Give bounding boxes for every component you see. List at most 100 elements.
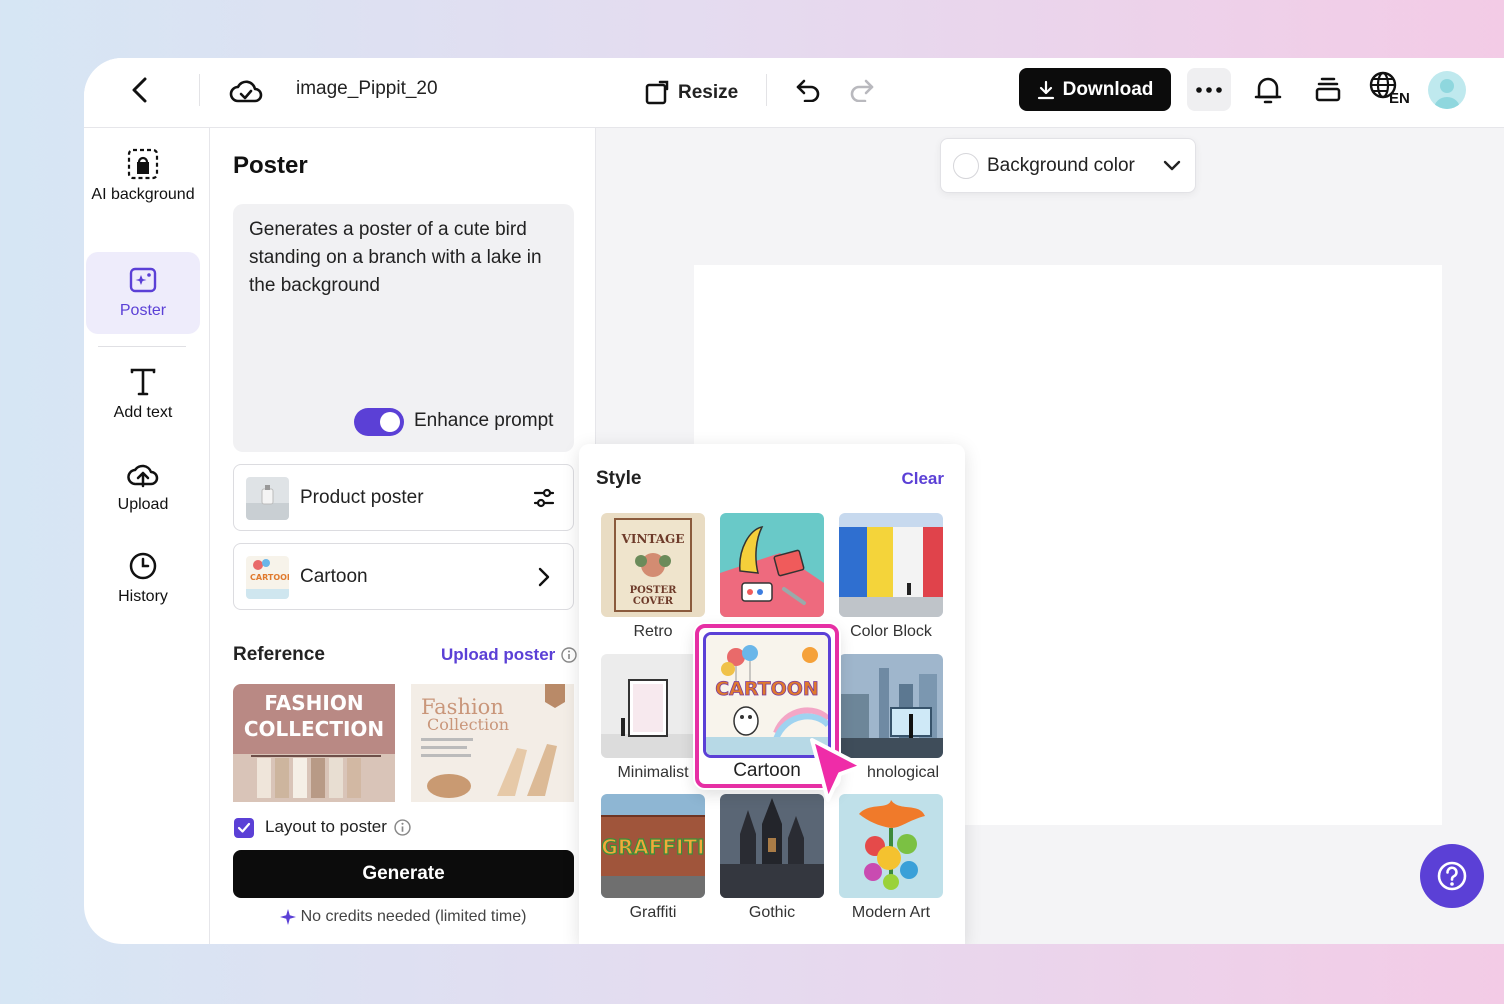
sparkle-icon [279, 909, 296, 925]
rail-item-label: Upload [117, 496, 169, 513]
text-icon [130, 368, 156, 396]
product-poster-label: Product poster [300, 487, 424, 508]
enhance-prompt-label: Enhance prompt [414, 410, 554, 431]
checkmark-icon [237, 822, 251, 833]
reference-thumb-line2: COLLECTION [244, 717, 384, 741]
thumb-text: VINTAGE [621, 532, 685, 546]
more-options-button[interactable] [1187, 68, 1231, 111]
upload-poster-link[interactable]: Upload poster [441, 645, 577, 665]
avatar[interactable] [1428, 71, 1466, 109]
layers-icon [1315, 77, 1341, 102]
rail-item-history[interactable]: History [86, 552, 200, 626]
generate-button[interactable]: Generate [233, 850, 574, 898]
user-avatar-icon [1434, 79, 1460, 109]
background-color-dropdown[interactable]: Background color [940, 138, 1196, 193]
rail-item-ai-background[interactable]: AI background [86, 148, 200, 238]
top-bar: image_Pippit_20 Resize Download EN [84, 58, 1504, 128]
product-poster-selector[interactable]: Product poster [233, 464, 574, 531]
style-thumb [720, 513, 824, 617]
undo-icon [796, 79, 820, 102]
layout-to-poster-checkbox[interactable] [234, 818, 254, 838]
app-window: image_Pippit_20 Resize Download EN AI ba… [84, 58, 1504, 944]
prompt-text[interactable]: Generates a poster of a cute bird standi… [249, 216, 564, 300]
upload-icon [127, 464, 159, 488]
back-button[interactable] [118, 68, 162, 112]
download-icon [1037, 80, 1054, 99]
style-tile-graffiti[interactable]: GRAFFITI Graffiti [601, 794, 705, 922]
cartoon-style-thumb: CARTOON [246, 556, 289, 599]
style-tile-gothic[interactable]: Gothic [720, 794, 824, 922]
style-thumb: VINTAGE POSTER COVER [601, 513, 705, 617]
info-icon [561, 647, 577, 663]
prompt-input[interactable]: Generates a poster of a cute bird standi… [233, 204, 574, 452]
resize-icon [645, 80, 669, 105]
credits-note: No credits needed (limited time) [210, 908, 596, 926]
more-dots-icon [1196, 86, 1222, 93]
language-button[interactable]: EN [1368, 66, 1412, 110]
undo-button[interactable] [786, 68, 830, 112]
style-popup: Style Clear VINTAGE POSTER COVER Retro C… [579, 444, 965, 944]
globe-icon: EN [1369, 71, 1410, 105]
poster-icon [129, 267, 157, 293]
upload-poster-label: Upload poster [441, 645, 556, 664]
left-tool-rail: AI background Poster Add text Upload His… [84, 128, 210, 944]
layers-button[interactable] [1306, 68, 1350, 112]
download-button[interactable]: Download [1019, 68, 1171, 111]
ai-background-icon [127, 148, 159, 180]
chevron-left-icon [132, 77, 147, 103]
thumb-text: POSTER [630, 585, 678, 596]
color-swatch [953, 152, 979, 179]
background-color-label: Background color [987, 154, 1135, 176]
style-tile-pop[interactable] [720, 513, 824, 617]
download-label: Download [1062, 78, 1154, 100]
style-tile-retro[interactable]: VINTAGE POSTER COVER Retro [601, 513, 705, 641]
product-poster-thumb [246, 477, 289, 520]
chevron-right-icon[interactable] [531, 564, 557, 590]
rail-item-poster[interactable]: Poster [86, 252, 200, 334]
layout-label-text: Layout to poster [265, 817, 387, 836]
reference-thumb-line1: FASHION [264, 691, 363, 715]
help-button[interactable] [1420, 844, 1484, 908]
clock-icon [129, 552, 157, 580]
rail-item-add-text[interactable]: Add text [86, 368, 200, 442]
settings-sliders-icon[interactable] [531, 485, 557, 511]
divider [199, 74, 200, 106]
redo-button[interactable] [840, 68, 884, 112]
question-icon [1437, 861, 1467, 891]
cloud-sync-button[interactable] [224, 68, 268, 112]
info-icon[interactable] [394, 818, 411, 836]
reference-thumb-line2: Collection [427, 715, 509, 734]
style-selected-label: Cartoon [300, 566, 368, 587]
poster-panel: Poster Generates a poster of a cute bird… [210, 128, 596, 944]
reference-thumb-fashion-collection[interactable]: FASHION COLLECTION [233, 684, 395, 802]
rail-item-label: AI background [91, 186, 195, 203]
style-label: Gothic [748, 904, 796, 921]
resize-button[interactable]: Resize [644, 72, 738, 114]
style-label: Color Block [850, 623, 932, 640]
enhance-prompt-toggle[interactable] [354, 408, 404, 436]
language-code: EN [1389, 90, 1410, 105]
notifications-button[interactable] [1246, 68, 1290, 112]
style-tile-color-block[interactable]: Color Block [839, 513, 943, 641]
document-title[interactable]: image_Pippit_20 [296, 78, 438, 100]
reference-title: Reference [233, 644, 325, 665]
bell-icon [1254, 77, 1282, 104]
style-thumb: GRAFFITI [601, 794, 705, 898]
style-tile-minimalist[interactable]: Minimalist [601, 654, 705, 782]
cloud-check-icon [229, 80, 263, 103]
reference-thumb-fashion-collection-2[interactable]: Fashion Collection [411, 684, 574, 802]
style-thumb [839, 513, 943, 617]
rail-item-upload[interactable]: Upload [86, 460, 200, 534]
rail-item-label: History [118, 588, 168, 605]
layout-to-poster-label: Layout to poster [265, 817, 411, 837]
style-popup-title: Style [596, 468, 642, 489]
clear-style-button[interactable]: Clear [901, 469, 944, 489]
style-label: Graffiti [629, 904, 677, 921]
thumb-text: GRAFFITI [601, 835, 704, 859]
pointer-cursor-icon [806, 736, 868, 811]
style-selector[interactable]: CARTOON Cartoon [233, 543, 574, 610]
redo-icon [850, 79, 874, 102]
rail-item-label: Poster [119, 302, 167, 319]
style-label: Modern Art [851, 904, 931, 921]
style-tile-modern-art[interactable]: Modern Art [839, 794, 943, 922]
